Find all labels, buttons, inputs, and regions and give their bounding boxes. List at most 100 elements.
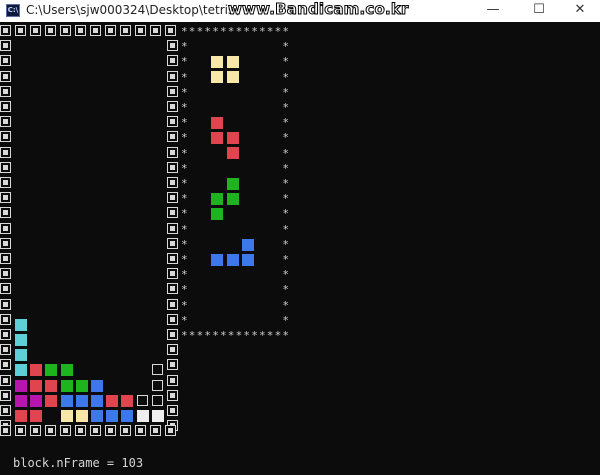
border-asterisk: * (235, 329, 243, 342)
border-asterisk: * (188, 25, 196, 38)
s-piece-cell (211, 208, 224, 221)
l-piece-cell (226, 253, 239, 266)
title-bar: C:\ C:\Users\sjw000324\Desktop\tetris\ w… (0, 0, 600, 22)
wall-block (0, 101, 11, 112)
wall-block (0, 40, 11, 52)
border-asterisk: * (243, 25, 251, 38)
wall-block (149, 25, 161, 36)
border-asterisk: * (212, 25, 219, 38)
border-asterisk: * (282, 192, 290, 206)
maximize-button[interactable]: ☐ (516, 0, 562, 22)
border-asterisk: * (181, 55, 188, 69)
console-app-icon: C:\ (6, 4, 20, 17)
border-asterisk: * (181, 25, 188, 38)
border-asterisk: * (282, 131, 290, 145)
wall-block (0, 207, 11, 219)
border-asterisk: * (282, 222, 290, 236)
watermark-text: www.Bandicam.co.kr (228, 0, 409, 19)
border-asterisk: * (181, 177, 188, 190)
locked-block (121, 394, 134, 407)
wall-block (167, 222, 178, 234)
frame-counter: block.nFrame = 103 (13, 456, 144, 470)
wall-block (119, 425, 131, 436)
border-asterisk: * (274, 25, 282, 38)
s-piece-cell (226, 193, 239, 205)
close-button[interactable]: ✕ (560, 0, 600, 22)
border-asterisk: * (227, 329, 235, 342)
wall-block (44, 25, 56, 36)
border-asterisk: * (181, 207, 188, 221)
locked-block (30, 394, 43, 407)
locked-block (15, 410, 27, 422)
o-piece-cell (211, 71, 224, 84)
wall-block (164, 25, 176, 36)
border-asterisk: * (181, 253, 188, 266)
border-asterisk: * (220, 329, 227, 342)
wall-block (167, 131, 178, 143)
border-asterisk: * (181, 329, 188, 342)
border-asterisk: * (282, 40, 290, 54)
wall-block (149, 425, 161, 436)
wall-block (0, 146, 11, 158)
locked-block (75, 379, 88, 392)
locked-block (60, 410, 73, 422)
s-piece-cell (211, 193, 224, 205)
locked-block (30, 379, 43, 392)
border-asterisk: * (181, 116, 188, 130)
wall-block (167, 344, 178, 356)
wall-block (0, 425, 11, 436)
wall-block (167, 298, 178, 310)
wall-block (0, 329, 11, 340)
window-title: C:\Users\sjw000324\Desktop\tetris\ (26, 3, 239, 17)
z-piece-cell (211, 132, 224, 145)
border-asterisk: * (181, 70, 188, 84)
border-asterisk: * (181, 298, 188, 312)
wall-block (167, 313, 178, 325)
wall-block (0, 177, 11, 188)
border-asterisk: * (212, 329, 219, 342)
border-asterisk: * (274, 329, 282, 342)
border-asterisk: * (282, 85, 290, 99)
border-asterisk: * (196, 25, 204, 38)
border-asterisk: * (181, 283, 188, 297)
wall-block (0, 359, 11, 371)
wall-block (74, 425, 86, 436)
wall-block (167, 55, 178, 67)
border-asterisk: * (266, 25, 274, 38)
locked-block (75, 394, 88, 407)
locked-block (60, 394, 73, 407)
border-asterisk: * (181, 161, 188, 175)
wall-block (167, 329, 178, 340)
locked-block (91, 394, 103, 407)
border-asterisk: * (181, 131, 188, 145)
wall-block (89, 25, 101, 36)
border-asterisk: * (282, 268, 290, 282)
minimize-button[interactable]: — (470, 0, 516, 22)
wall-block (167, 283, 178, 295)
wall-block (134, 25, 146, 36)
locked-block (91, 379, 103, 392)
s-piece-cell (226, 177, 239, 190)
console-area: * * * * * * * * * * * * * * * * * * * * * * * * * * * * * * * * * * * * * * * *… (0, 22, 600, 475)
wall-block (167, 374, 178, 386)
wall-block (167, 161, 178, 173)
wall-block (0, 192, 11, 204)
wall-block (167, 237, 178, 249)
border-asterisk: * (196, 329, 204, 342)
outline-block (151, 394, 163, 406)
border-asterisk: * (227, 25, 235, 38)
o-piece-cell (226, 71, 239, 84)
z-piece-cell (226, 132, 239, 145)
border-asterisk: * (282, 70, 290, 84)
wall-block (167, 359, 178, 371)
wall-block (104, 425, 116, 436)
border-asterisk: * (266, 329, 274, 342)
wall-block (0, 237, 11, 249)
border-asterisk: * (282, 161, 290, 175)
wall-block (0, 222, 11, 234)
border-asterisk: * (181, 222, 188, 236)
wall-block (167, 40, 178, 52)
wall-block (167, 70, 178, 82)
locked-block (15, 364, 27, 377)
border-asterisk: * (243, 329, 251, 342)
